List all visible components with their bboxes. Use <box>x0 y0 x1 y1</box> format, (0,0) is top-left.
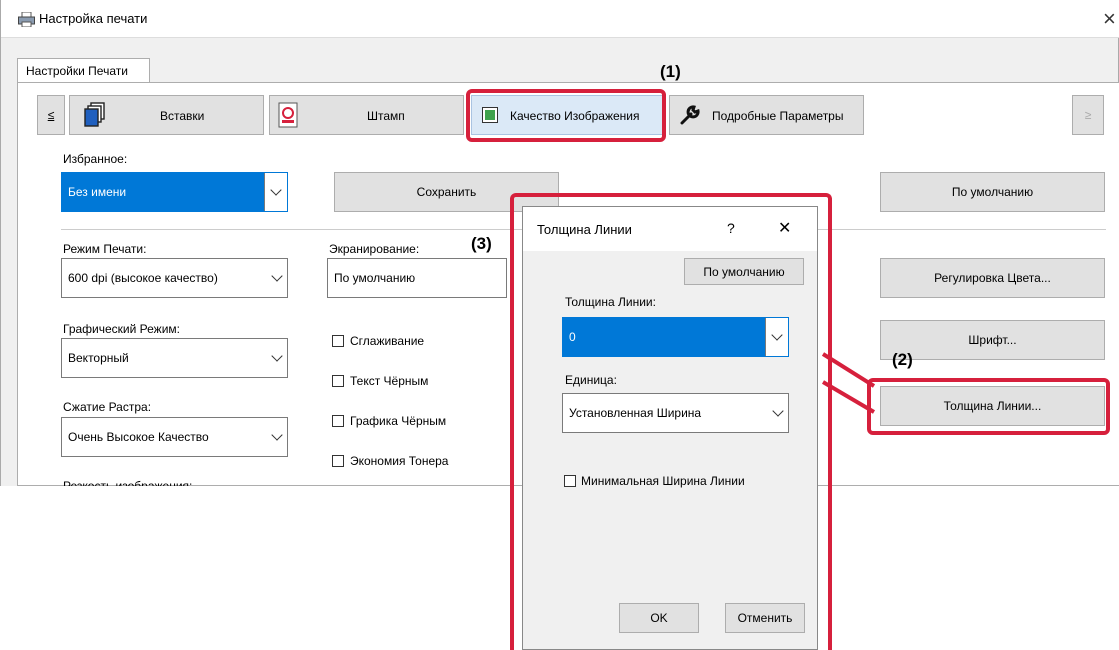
highlight-dialog <box>510 193 832 650</box>
callout-3: (3) <box>471 234 492 253</box>
highlight-image-quality-tab <box>466 89 666 142</box>
highlight-line-width-button <box>867 378 1110 435</box>
callout-2: (2) <box>892 350 913 369</box>
callout-1: (1) <box>660 62 681 81</box>
